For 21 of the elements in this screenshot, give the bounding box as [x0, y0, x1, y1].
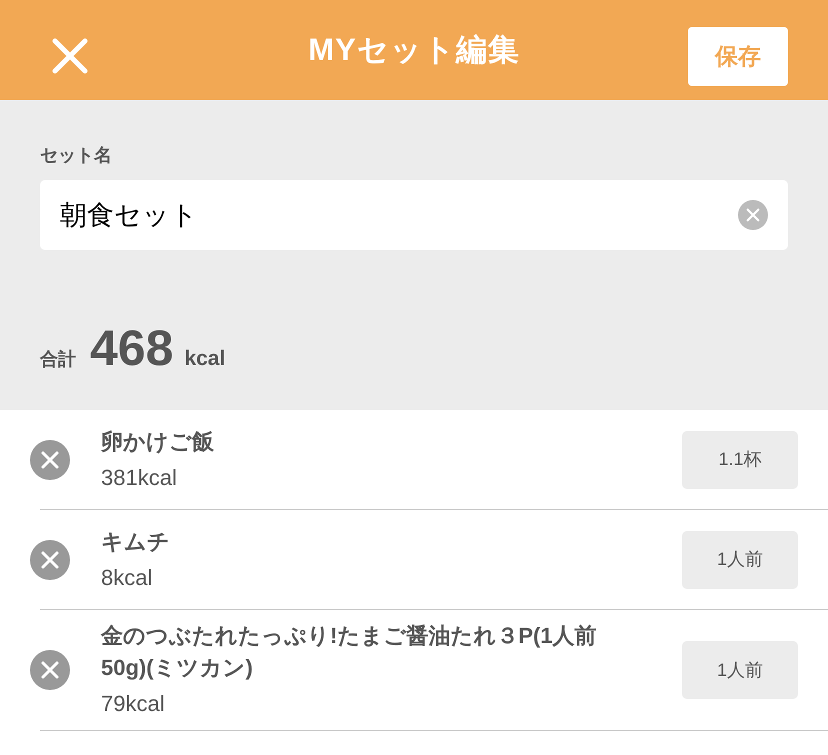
set-name-value: 朝食セット	[60, 198, 199, 232]
close-icon[interactable]	[52, 38, 88, 74]
total-label: 合計	[40, 348, 76, 371]
delete-icon[interactable]	[30, 440, 70, 480]
quantity-button[interactable]: 1人前	[682, 641, 798, 699]
delete-icon[interactable]	[30, 650, 70, 690]
food-calories: 8kcal	[101, 564, 154, 592]
field-label: セット名	[40, 144, 113, 167]
quantity-button[interactable]: 1人前	[682, 530, 798, 588]
food-calories: 381kcal	[101, 464, 178, 492]
screen-title: MYセット編集	[308, 30, 520, 69]
food-name: 金のつぶたれたっぷり!たまご醤油たれ３P(1人前 50g)(ミツカン)	[101, 622, 598, 682]
delete-icon[interactable]	[30, 540, 70, 580]
quantity-button[interactable]: 1.1杯	[682, 430, 798, 488]
clear-icon[interactable]	[738, 200, 768, 230]
total-calories: 468	[90, 320, 174, 376]
total-unit: kcal	[184, 346, 226, 372]
food-name: キムチ	[101, 528, 171, 556]
food-calories: 79kcal	[101, 690, 166, 718]
set-name-field[interactable]: 朝食セット	[40, 180, 788, 250]
food-name: 卵かけご飯	[101, 428, 215, 456]
